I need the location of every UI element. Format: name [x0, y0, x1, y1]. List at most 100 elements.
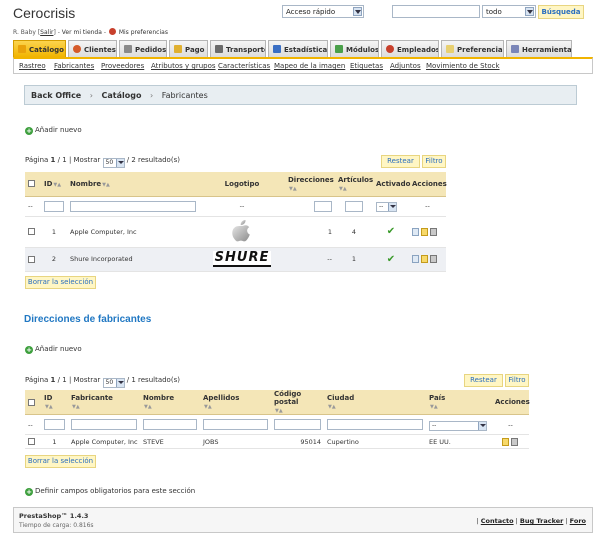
- bug-tracker-link[interactable]: Bug Tracker: [520, 517, 563, 525]
- table-row[interactable]: 2 Shure Incorporated SHURE -- 1 ✔: [25, 247, 446, 272]
- delete-selection-button[interactable]: Borrar la selección: [25, 455, 96, 468]
- filter-postcode-input[interactable]: [274, 419, 321, 430]
- filter-button[interactable]: Filtro: [422, 155, 446, 168]
- subtab-caracteristicas[interactable]: Características: [218, 62, 270, 70]
- trash-icon[interactable]: [510, 437, 518, 446]
- row-checkbox[interactable]: [28, 255, 35, 263]
- filter-name-input[interactable]: [70, 200, 196, 212]
- view-shop-link[interactable]: Ver mi tienda: [62, 29, 102, 36]
- forum-link[interactable]: Foro: [570, 517, 586, 525]
- col-products[interactable]: Artículos ▼▲: [335, 172, 373, 197]
- sort-icon[interactable]: ▼▲: [289, 186, 297, 192]
- trash-icon[interactable]: [430, 227, 437, 236]
- filter-country-select[interactable]: --: [429, 420, 487, 431]
- filter-row: -- -- -- --: [25, 196, 446, 217]
- edit-icon[interactable]: [421, 255, 428, 263]
- table-row[interactable]: 1 Apple Computer, Inc STEVE JOBS 95014 C…: [25, 434, 529, 449]
- add-manufacturer-link[interactable]: + Añadir nuevo: [25, 126, 82, 135]
- manufacturers-table: ID▼▲ Nombre▼▲ Logotipo Direcciones ▼▲ Art…: [25, 172, 447, 272]
- subtab-atributos[interactable]: Atributos y grupos: [151, 62, 216, 70]
- tab-transporte[interactable]: Transporte: [210, 40, 266, 57]
- reset-filter-button[interactable]: Restear: [381, 155, 420, 168]
- per-page-select[interactable]: 50: [102, 378, 125, 388]
- select-all-checkbox[interactable]: [28, 180, 35, 188]
- filter-last-name-input[interactable]: [203, 419, 268, 430]
- search-input[interactable]: [392, 5, 480, 18]
- tab-empleados[interactable]: Empleados: [381, 40, 439, 57]
- check-icon[interactable]: ✔: [387, 254, 395, 265]
- table-row[interactable]: 1 Apple Computer, Inc 1 4 ✔: [25, 216, 446, 248]
- subtab-fabricantes[interactable]: Fabricantes: [54, 62, 94, 70]
- tab-preferencias[interactable]: Preferencias: [441, 40, 504, 57]
- edit-icon[interactable]: [501, 437, 509, 446]
- tab-catalogo[interactable]: Catálogo: [13, 40, 66, 57]
- required-fields-link[interactable]: + Definir campos obligatorios para este s…: [25, 487, 195, 496]
- sort-icon[interactable]: ▼▲: [144, 404, 152, 410]
- reset-filter-button[interactable]: Restear: [464, 374, 503, 387]
- col-country[interactable]: País ▼▲: [426, 390, 492, 415]
- sort-icon[interactable]: ▼▲: [204, 404, 212, 410]
- tab-herramientas[interactable]: Herramientas: [506, 40, 572, 57]
- filter-addresses-input[interactable]: [314, 200, 332, 212]
- col-addresses[interactable]: Direcciones ▼▲: [285, 172, 335, 197]
- per-page-select[interactable]: 50: [102, 158, 125, 168]
- row-checkbox[interactable]: [28, 228, 35, 235]
- search-button[interactable]: Búsqueda: [538, 5, 584, 19]
- col-id[interactable]: ID▼▲: [41, 390, 68, 415]
- plus-icon: +: [25, 488, 33, 496]
- trash-icon[interactable]: [430, 255, 437, 263]
- col-last-name[interactable]: Apellidos ▼▲: [200, 390, 271, 415]
- tab-modulos[interactable]: Módulos: [330, 40, 379, 57]
- sort-icon[interactable]: ▼▲: [339, 186, 347, 192]
- breadcrumb-root[interactable]: Back Office: [31, 91, 81, 100]
- col-name[interactable]: Nombre▼▲: [67, 172, 199, 197]
- delete-selection-button[interactable]: Borrar la selección: [25, 276, 96, 289]
- col-postcode[interactable]: Código postal ▼▲: [271, 390, 324, 415]
- select-all-checkbox[interactable]: [28, 398, 35, 406]
- view-icon[interactable]: [412, 255, 419, 263]
- sort-icon[interactable]: ▼▲: [430, 404, 438, 410]
- col-city[interactable]: Ciudad ▼▲: [324, 390, 426, 415]
- view-icon[interactable]: [412, 227, 419, 236]
- filter-button[interactable]: Filtro: [505, 374, 529, 387]
- subtab-mapeo-imagen[interactable]: Mapeo de la imagen: [274, 62, 345, 70]
- sort-icon[interactable]: ▼▲: [72, 404, 80, 410]
- subtab-etiquetas[interactable]: Etiquetas: [350, 62, 383, 70]
- col-id[interactable]: ID▼▲: [41, 172, 67, 197]
- edit-icon[interactable]: [421, 227, 428, 236]
- sort-icon[interactable]: ▼▲: [328, 404, 336, 410]
- filter-id-input[interactable]: [44, 200, 64, 212]
- tab-pedidos[interactable]: Pedidos: [119, 40, 167, 57]
- search-scope-select[interactable]: todo: [482, 5, 536, 18]
- sort-icon[interactable]: ▼▲: [102, 182, 110, 188]
- col-manufacturer[interactable]: Fabricante ▼▲: [68, 390, 140, 415]
- sort-icon[interactable]: ▼▲: [45, 404, 53, 410]
- logout-link[interactable]: Salir: [40, 29, 53, 36]
- sort-icon[interactable]: ▼▲: [275, 408, 283, 414]
- manufacturer-name[interactable]: Apple Computer, Inc: [67, 216, 199, 248]
- col-first-name[interactable]: Nombre ▼▲: [140, 390, 200, 415]
- row-checkbox[interactable]: [28, 438, 35, 445]
- add-address-link[interactable]: + Añadir nuevo: [25, 345, 82, 354]
- filter-manufacturer-input[interactable]: [71, 419, 137, 430]
- subtab-movimiento-stock[interactable]: Movimiento de Stock: [426, 62, 500, 70]
- tab-pago[interactable]: Pago: [169, 40, 208, 57]
- filter-active-select[interactable]: --: [376, 202, 397, 212]
- subtab-adjuntos[interactable]: Adjuntos: [390, 62, 421, 70]
- breadcrumb-section[interactable]: Catálogo: [102, 91, 142, 100]
- contact-link[interactable]: Contacto: [481, 517, 514, 525]
- check-icon[interactable]: ✔: [387, 226, 395, 237]
- quick-access-select[interactable]: Acceso rápido: [282, 5, 364, 18]
- filter-first-name-input[interactable]: [143, 419, 197, 430]
- my-preferences-link[interactable]: Mis preferencias: [119, 29, 168, 36]
- subtab-proveedores[interactable]: Proveedores: [101, 62, 144, 70]
- filter-products-input[interactable]: [345, 200, 363, 212]
- address-manufacturer[interactable]: Apple Computer, Inc: [68, 434, 140, 449]
- sort-icon[interactable]: ▼▲: [53, 182, 61, 188]
- manufacturer-name[interactable]: Shure Incorporated: [67, 247, 199, 272]
- filter-id-input[interactable]: [44, 419, 65, 430]
- subtab-rastreo[interactable]: Rastreo: [19, 62, 46, 70]
- tab-estadisticas[interactable]: Estadísticas: [268, 40, 328, 57]
- filter-city-input[interactable]: [327, 419, 423, 430]
- tab-clientes[interactable]: Clientes: [68, 40, 117, 57]
